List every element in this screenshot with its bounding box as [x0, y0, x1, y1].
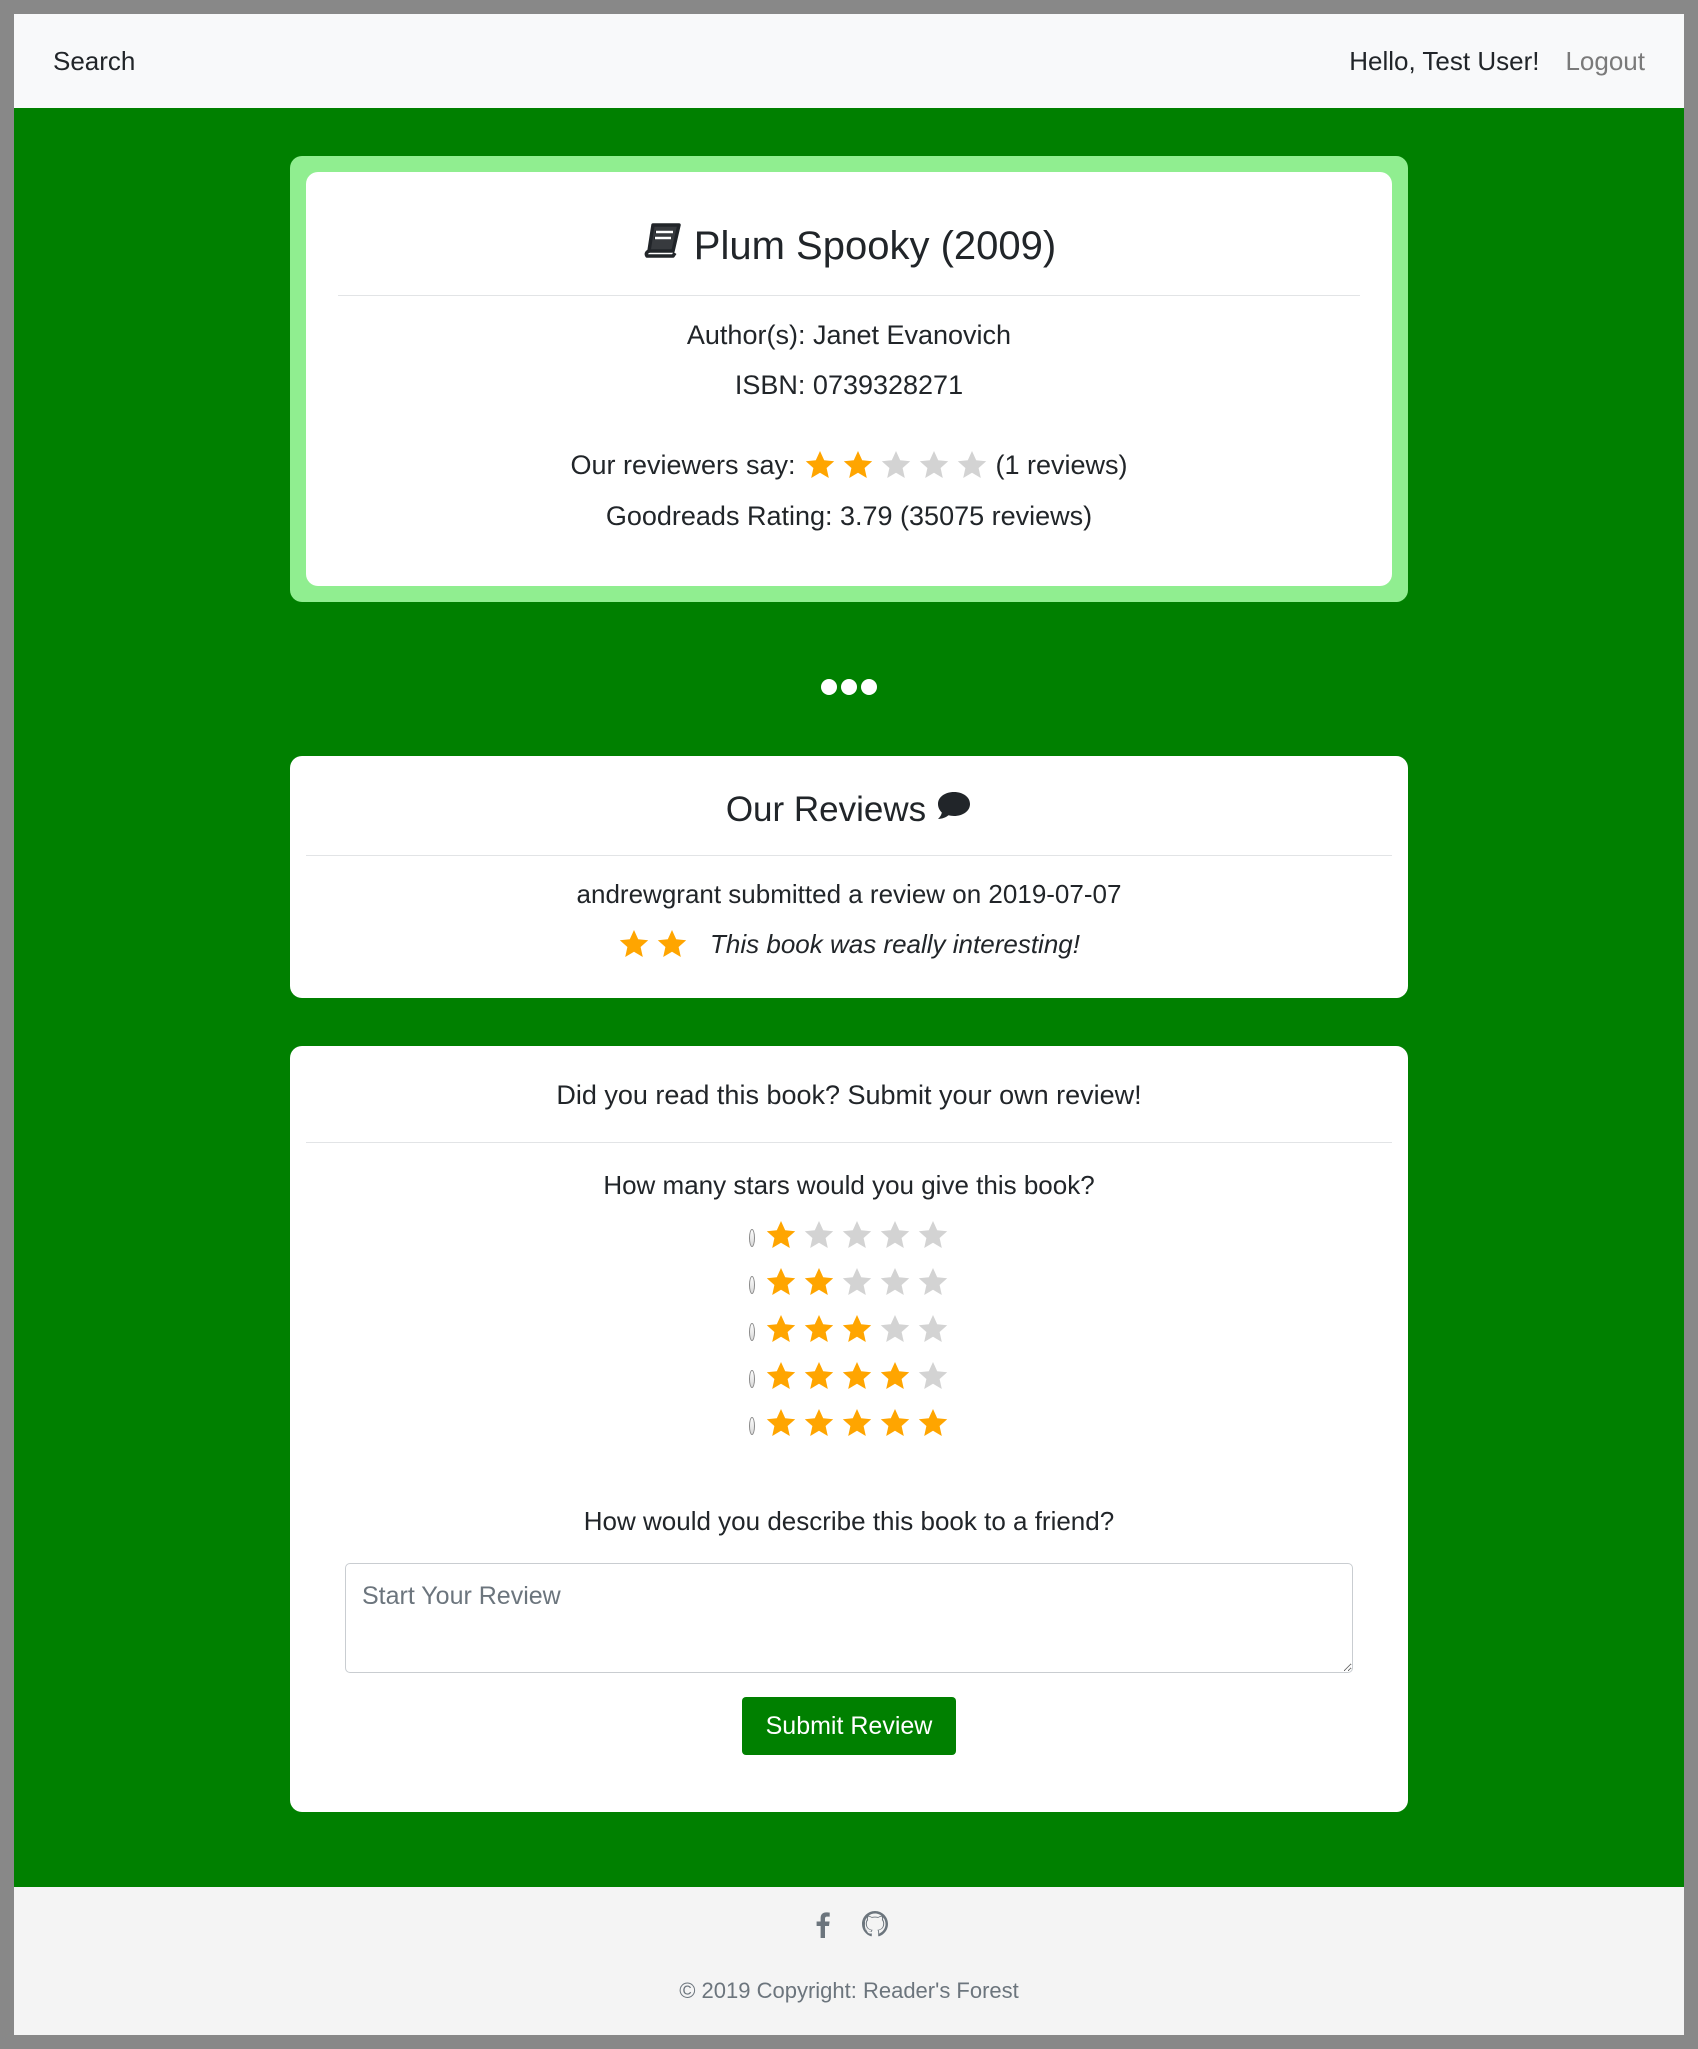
- star-empty-icon: [957, 451, 986, 478]
- star-empty-icon: [842, 1268, 872, 1295]
- rating-option-stars: [765, 1360, 949, 1392]
- submit-review-card: Did you read this book? Submit your own …: [290, 1046, 1408, 1812]
- star-empty-icon: [804, 1221, 834, 1248]
- copyright-text: © 2019 Copyright: Reader's Forest: [679, 1978, 1019, 2003]
- divider: [338, 295, 1360, 296]
- separator-dot: [861, 679, 877, 695]
- book-card-border: Plum Spooky (2009) Author(s): Janet Evan…: [290, 156, 1408, 602]
- star-filled-icon: [766, 1268, 796, 1295]
- star-filled-icon: [619, 930, 649, 957]
- comment-icon: [936, 788, 972, 832]
- submit-review-button[interactable]: Submit Review: [742, 1697, 956, 1755]
- rating-option-3[interactable]: [749, 1313, 949, 1345]
- star-filled-icon: [766, 1409, 796, 1436]
- star-empty-icon: [881, 451, 910, 478]
- star-filled-icon: [842, 1315, 872, 1342]
- reviews-title: Our Reviews: [725, 790, 927, 829]
- star-filled-icon: [804, 1315, 834, 1342]
- review-body: This book was really interesting!: [290, 928, 1408, 960]
- separator-dot: [821, 679, 837, 695]
- book-details-card: Plum Spooky (2009) Author(s): Janet Evan…: [306, 172, 1392, 586]
- app-frame: Search Hello, Test User! Logout Plum Spo…: [14, 14, 1684, 2035]
- star-filled-icon: [880, 1362, 910, 1389]
- navbar-user-area: Hello, Test User! Logout: [1349, 46, 1645, 77]
- reviews-card: Our Reviews andrewgrant submitted a revi…: [290, 756, 1408, 998]
- rating-option-1[interactable]: [749, 1219, 949, 1251]
- book-title: Plum Spooky (2009): [693, 224, 1057, 268]
- divider: [306, 855, 1392, 856]
- review-text: This book was really interesting!: [710, 928, 1080, 959]
- review-stars: [618, 928, 688, 960]
- footer-social-icons: [14, 1909, 1684, 1944]
- star-filled-icon: [842, 1362, 872, 1389]
- book-author: Author(s): Janet Evanovich: [686, 320, 1012, 350]
- rating-radio[interactable]: [749, 1417, 755, 1435]
- star-filled-icon: [657, 930, 687, 957]
- reviews-title-row: Our Reviews: [290, 756, 1408, 832]
- search-link[interactable]: Search: [53, 46, 135, 77]
- submit-review-heading: Did you read this book? Submit your own …: [556, 1080, 1142, 1110]
- review-textarea[interactable]: [345, 1563, 1353, 1673]
- separator-dot: [841, 679, 857, 695]
- our-rating-stars: [804, 449, 988, 481]
- star-filled-icon: [804, 1268, 834, 1295]
- star-empty-icon: [880, 1268, 910, 1295]
- star-empty-icon: [880, 1221, 910, 1248]
- star-filled-icon: [804, 1362, 834, 1389]
- book-icon: [642, 222, 682, 270]
- rating-option-stars: [765, 1266, 949, 1298]
- star-empty-icon: [919, 451, 948, 478]
- our-reviews-count: (1 reviews): [995, 450, 1128, 480]
- rating-option-2[interactable]: [749, 1266, 949, 1298]
- star-filled-icon: [804, 1409, 834, 1436]
- star-filled-icon: [918, 1409, 948, 1436]
- star-filled-icon: [766, 1315, 796, 1342]
- rating-option-stars: [765, 1313, 949, 1345]
- star-empty-icon: [918, 1362, 948, 1389]
- goodreads-rating: Goodreads Rating: 3.79 (35075 reviews): [605, 501, 1093, 531]
- star-filled-icon: [766, 1362, 796, 1389]
- rating-radio[interactable]: [749, 1229, 755, 1247]
- star-empty-icon: [880, 1315, 910, 1342]
- navbar: Search Hello, Test User! Logout: [14, 14, 1684, 108]
- star-filled-icon: [805, 451, 834, 478]
- footer: © 2019 Copyright: Reader's Forest: [14, 1887, 1684, 2035]
- star-empty-icon: [918, 1315, 948, 1342]
- review-meta: andrewgrant submitted a review on 2019-0…: [576, 879, 1122, 909]
- rating-radio[interactable]: [749, 1276, 755, 1294]
- describe-question: How would you describe this book to a fr…: [583, 1506, 1115, 1536]
- rating-radio[interactable]: [749, 1370, 755, 1388]
- rating-option-stars: [765, 1407, 949, 1439]
- star-filled-icon: [842, 1409, 872, 1436]
- star-empty-icon: [918, 1268, 948, 1295]
- rating-option-4[interactable]: [749, 1360, 949, 1392]
- ellipsis-separator: [14, 679, 1684, 695]
- star-filled-icon: [880, 1409, 910, 1436]
- rating-option-stars: [765, 1219, 949, 1251]
- star-empty-icon: [918, 1221, 948, 1248]
- book-title-row: Plum Spooky (2009): [306, 172, 1392, 270]
- star-filled-icon: [843, 451, 872, 478]
- star-empty-icon: [842, 1221, 872, 1248]
- divider: [306, 1142, 1392, 1143]
- facebook-icon[interactable]: [808, 1909, 838, 1944]
- rating-radio[interactable]: [749, 1323, 755, 1341]
- rating-option-5[interactable]: [749, 1407, 949, 1439]
- user-greeting: Hello, Test User!: [1349, 45, 1540, 76]
- our-reviewers-label: Our reviewers say:: [570, 450, 796, 480]
- rating-options: [290, 1219, 1408, 1439]
- our-rating-row: Our reviewers say: (1 reviews): [306, 448, 1392, 482]
- stars-question: How many stars would you give this book?: [603, 1170, 1095, 1200]
- logout-link[interactable]: Logout: [1565, 46, 1645, 77]
- book-isbn: ISBN: 0739328271: [734, 370, 964, 400]
- star-filled-icon: [766, 1221, 796, 1248]
- github-icon[interactable]: [860, 1909, 890, 1944]
